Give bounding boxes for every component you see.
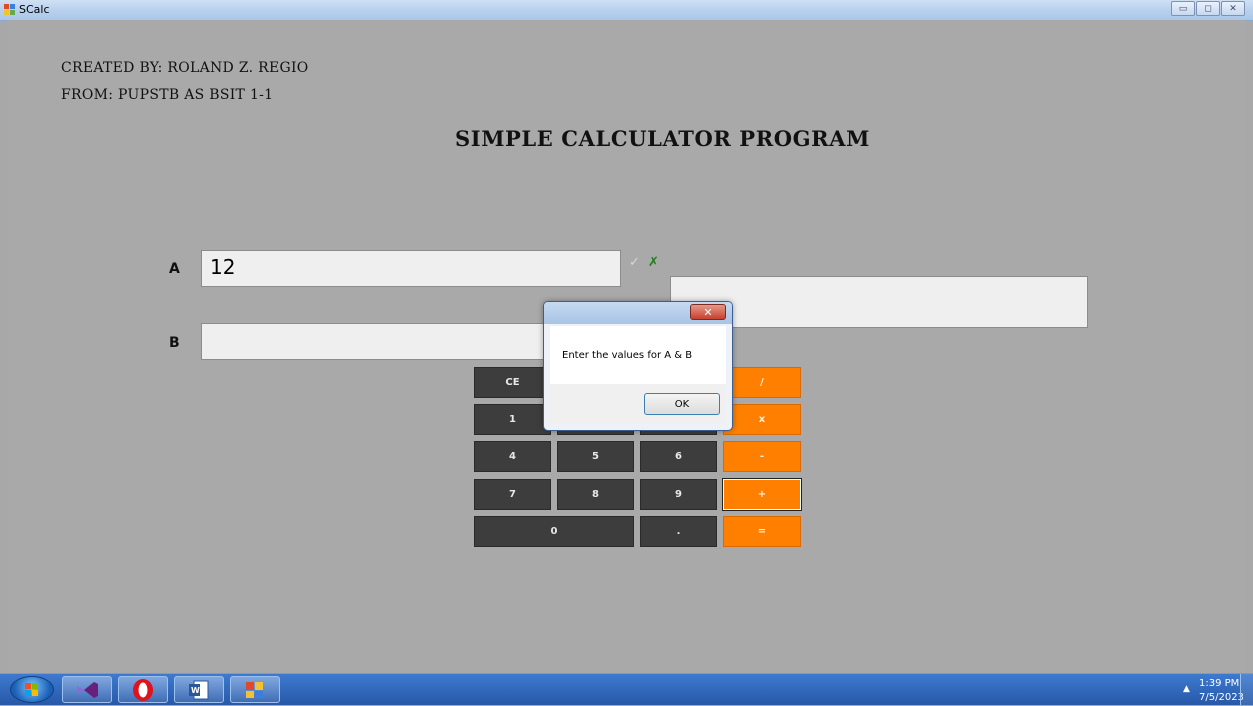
window-title: SCalc xyxy=(19,3,50,16)
equals-button[interactable]: = xyxy=(723,516,801,547)
input-a-field[interactable]: 12 xyxy=(201,250,621,287)
window-controls: ▭ ◻ ✕ xyxy=(1171,1,1245,17)
close-icon: ✕ xyxy=(1229,3,1237,14)
word-icon: W xyxy=(189,680,209,699)
clock-date[interactable]: 7/5/2023 xyxy=(1199,692,1244,703)
taskbar-opera[interactable] xyxy=(118,676,168,703)
calculator-window: CREATED BY: ROLAND Z. REGIO FROM: PUPSTB… xyxy=(7,20,1246,673)
svg-text:W: W xyxy=(191,686,200,695)
windows-logo-icon xyxy=(25,683,38,696)
dialog-close-button[interactable]: ✕ xyxy=(690,304,726,320)
digit-8-button[interactable]: 8 xyxy=(557,479,634,510)
clear-entry-button[interactable]: CE xyxy=(474,367,551,398)
input-b-label: B xyxy=(169,335,180,351)
app-icon xyxy=(4,4,15,15)
maximize-icon: ◻ xyxy=(1204,3,1212,14)
taskbar-visual-studio[interactable] xyxy=(62,676,112,703)
dialog-footer: OK xyxy=(550,384,726,424)
taskbar-scalc[interactable] xyxy=(230,676,280,703)
digit-7-button[interactable]: 7 xyxy=(474,479,551,510)
show-desktop-button[interactable] xyxy=(1240,674,1253,705)
close-button[interactable]: ✕ xyxy=(1221,1,1245,16)
title-bar: SCalc ▭ ◻ ✕ xyxy=(0,0,1253,21)
digit-9-button[interactable]: 9 xyxy=(640,479,717,510)
digit-5-button[interactable]: 5 xyxy=(557,441,634,472)
input-a-label: A xyxy=(169,261,180,277)
visual-studio-icon xyxy=(77,681,98,698)
digit-1-button[interactable]: 1 xyxy=(474,404,551,435)
cross-icon: ✗ xyxy=(648,255,659,270)
maximize-button[interactable]: ◻ xyxy=(1196,1,1220,16)
opera-icon xyxy=(133,678,153,701)
check-icon: ✓ xyxy=(629,255,640,270)
minimize-button[interactable]: ▭ xyxy=(1171,1,1195,16)
input-b-field[interactable] xyxy=(201,323,551,360)
created-by-label: CREATED BY: ROLAND Z. REGIO xyxy=(61,60,309,76)
multiply-button[interactable]: x xyxy=(723,404,801,435)
dialog-title-bar: ✕ xyxy=(544,302,732,324)
taskbar-word[interactable]: W xyxy=(174,676,224,703)
digit-6-button[interactable]: 6 xyxy=(640,441,717,472)
digit-4-button[interactable]: 4 xyxy=(474,441,551,472)
digit-0-button[interactable]: 0 xyxy=(474,516,634,547)
message-dialog: ✕ Enter the values for A & B OK xyxy=(543,301,733,431)
app-icon xyxy=(246,681,263,698)
subtract-button[interactable]: - xyxy=(723,441,801,472)
divide-button[interactable]: / xyxy=(723,367,801,398)
tray-expand-icon[interactable]: ▲ xyxy=(1183,684,1190,694)
clock-time[interactable]: 1:39 PM xyxy=(1199,678,1239,689)
from-label: FROM: PUPSTB AS BSIT 1-1 xyxy=(61,87,274,103)
minimize-icon: ▭ xyxy=(1178,3,1188,14)
page-title: SIMPLE CALCULATOR PROGRAM xyxy=(455,126,870,151)
ok-button[interactable]: OK xyxy=(644,393,720,415)
start-button[interactable] xyxy=(10,676,54,703)
dialog-body: Enter the values for A & B xyxy=(550,326,726,384)
taskbar: W ▲ 1:39 PM 7/5/2023 xyxy=(0,673,1253,705)
dialog-message: Enter the values for A & B xyxy=(562,350,693,361)
add-button[interactable]: + xyxy=(722,478,802,511)
decimal-button[interactable]: . xyxy=(640,516,717,547)
close-icon: ✕ xyxy=(703,305,713,319)
